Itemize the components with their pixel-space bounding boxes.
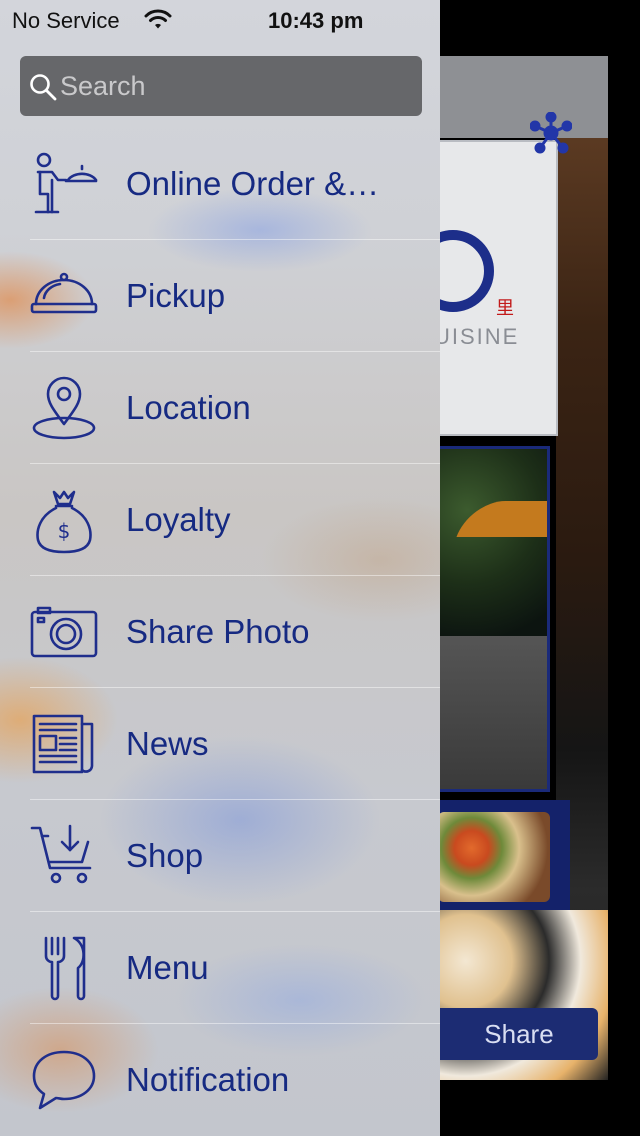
menu-item-label: Shop xyxy=(126,837,204,874)
fork-knife-icon xyxy=(44,936,86,1001)
menu-item-notification[interactable]: Notification xyxy=(0,1024,440,1136)
menu-item-label: Share Photo xyxy=(126,613,310,650)
side-menu-list: Online Order &… Pickup Location $ Loyalt… xyxy=(0,128,440,1136)
menu-item-label: Notification xyxy=(126,1061,290,1098)
camera-icon xyxy=(30,606,98,658)
menu-item-loyalty[interactable]: $ Loyalty xyxy=(0,464,440,576)
cloche-icon xyxy=(30,272,98,314)
menu-item-pickup[interactable]: Pickup xyxy=(0,240,440,352)
status-bar: No Service 10:43 pm xyxy=(0,0,440,40)
menu-item-menu[interactable]: Menu xyxy=(0,912,440,1024)
patio-floor xyxy=(433,636,547,789)
money-bag-icon: $ xyxy=(36,490,92,554)
menu-item-label: News xyxy=(126,725,209,762)
carrier-label: No Service xyxy=(12,8,120,33)
network-hub-icon[interactable] xyxy=(530,112,572,154)
map-pin-icon xyxy=(32,376,96,440)
patio-photo[interactable] xyxy=(430,446,550,792)
tacos-photo[interactable] xyxy=(438,812,550,902)
logo-text: UISINE xyxy=(434,324,520,349)
menu-item-online-order[interactable]: Online Order &… xyxy=(0,128,440,240)
background-nav-bar xyxy=(430,56,608,138)
menu-item-share-photo[interactable]: Share Photo xyxy=(0,576,440,688)
menu-item-label: Menu xyxy=(126,949,209,986)
speech-bubble-icon xyxy=(32,1050,96,1110)
menu-item-label: Loyalty xyxy=(126,501,231,538)
menu-item-label: Location xyxy=(126,389,251,426)
newspaper-icon xyxy=(32,714,94,774)
shopping-cart-icon xyxy=(30,824,92,884)
patio-trees xyxy=(433,449,547,653)
search-bar[interactable] xyxy=(20,56,422,116)
side-menu-drawer: Online Order &… Pickup Location xyxy=(0,0,440,1136)
status-time: 10:43 pm xyxy=(268,8,364,33)
waiter-tray-icon xyxy=(34,152,98,214)
svg-text:$: $ xyxy=(58,519,71,543)
menu-item-location[interactable]: Location xyxy=(0,352,440,464)
menu-item-shop[interactable]: Shop xyxy=(0,800,440,912)
wifi-icon xyxy=(144,9,172,29)
menu-item-label: Online Order &… xyxy=(126,165,380,202)
menu-item-label: Pickup xyxy=(126,277,226,314)
menu-item-news[interactable]: News xyxy=(0,688,440,800)
restaurant-logo-card: 里 UISINE xyxy=(412,140,558,436)
share-button[interactable]: Share xyxy=(428,1008,598,1060)
logo-character: 里 xyxy=(496,298,514,319)
search-input[interactable] xyxy=(60,56,410,116)
search-icon xyxy=(30,74,57,101)
